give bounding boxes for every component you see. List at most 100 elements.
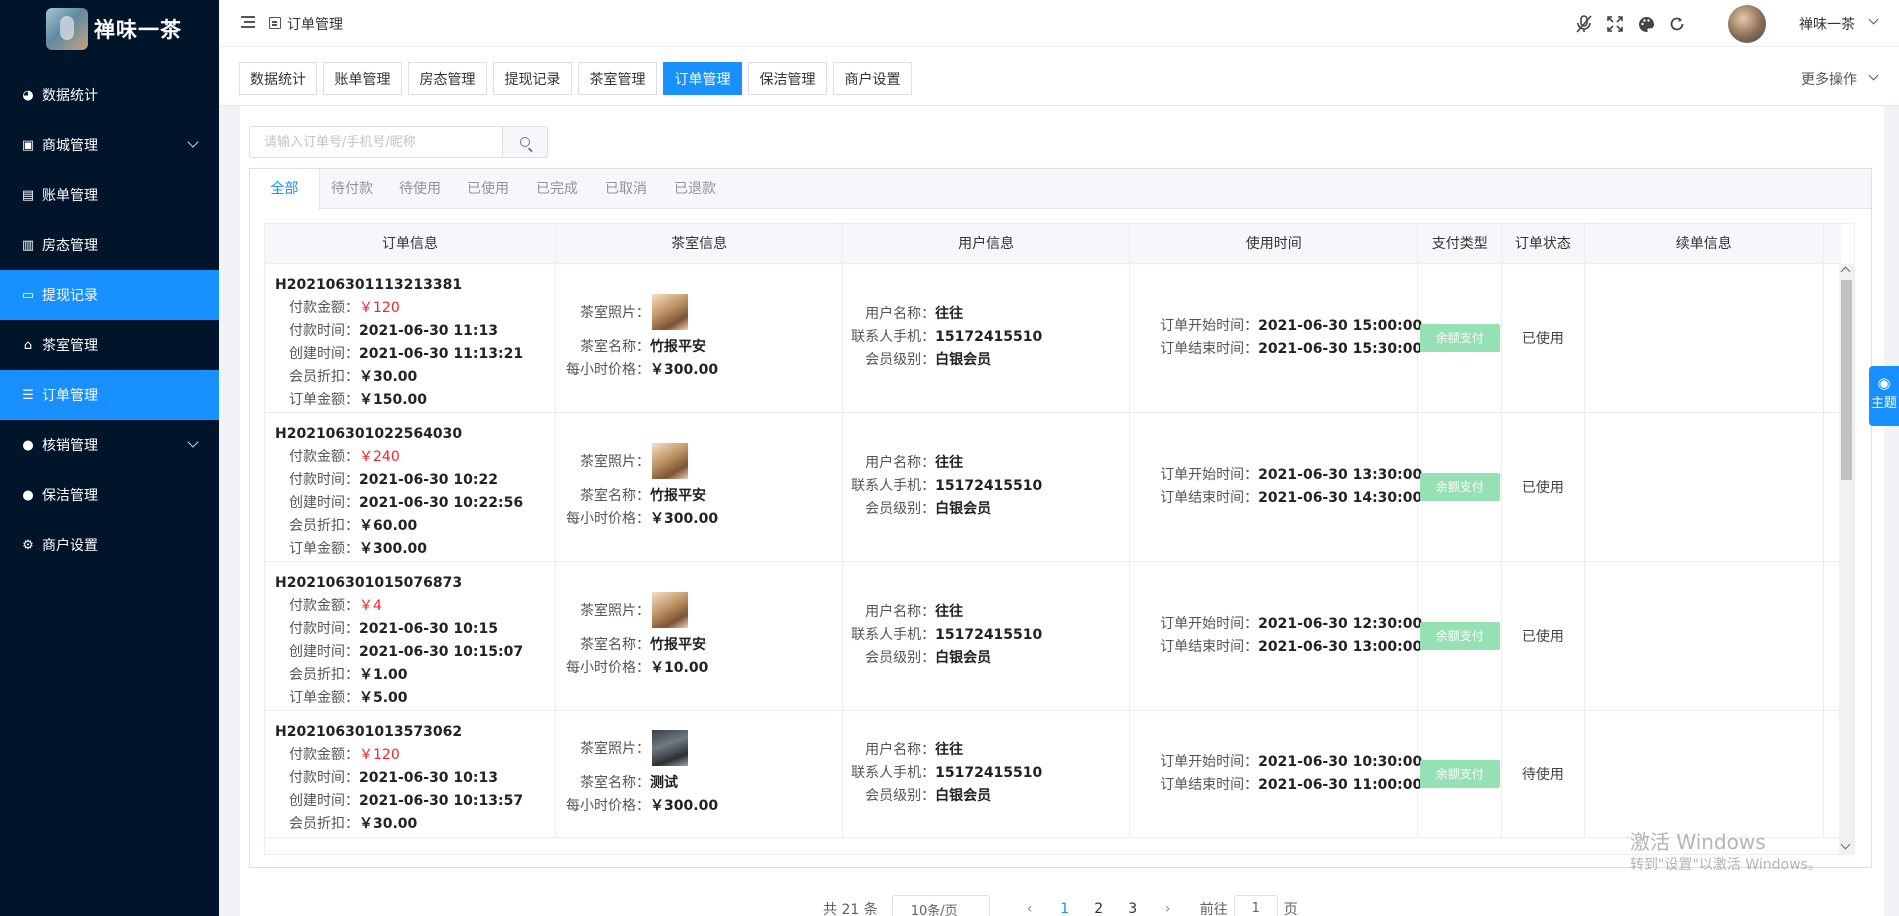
tab-3[interactable]: 提现记录 <box>493 62 572 95</box>
page-size-select[interactable]: 10条/页 <box>891 895 990 916</box>
tab-2[interactable]: 房态管理 <box>408 62 487 95</box>
sidebar-item-7[interactable]: ● 核销管理 <box>0 420 219 470</box>
room-photo-thumbnail[interactable] <box>652 293 689 330</box>
room-photo-label: 茶室照片： <box>580 602 651 619</box>
contact-phone: 联系人手机：15172415510 <box>851 762 1129 785</box>
sidebar-item-3[interactable]: ▥ 房态管理 <box>0 220 219 270</box>
order-end-time-label: 订单结束时间： <box>1160 638 1259 655</box>
renewal-info-cell <box>1584 561 1825 711</box>
chevron-down-icon <box>187 436 199 448</box>
status-tab-6[interactable]: 已退款 <box>665 169 725 209</box>
create-time-label: 创建时间： <box>289 494 359 511</box>
status-tab-2[interactable]: 待使用 <box>390 169 450 209</box>
main-content: 全部待付款待使用已使用已完成已取消已退款 订单信息茶室信息用户信息使用时间支付类… <box>240 106 1884 916</box>
page-number[interactable]: 3 <box>1116 901 1150 916</box>
chevron-down-icon[interactable] <box>1868 70 1879 81</box>
search-input[interactable] <box>249 126 502 158</box>
fullscreen-icon[interactable] <box>1603 12 1627 36</box>
order-info-cell: H202106301013573062 付款金额：￥120 付款时间：2021-06… <box>265 710 557 838</box>
room-name-label: 茶室名称： <box>580 487 651 504</box>
hourly-price-value: ￥10.00 <box>650 659 709 676</box>
dashboard-icon: ◕ <box>22 87 34 103</box>
status-tab-3[interactable]: 已使用 <box>458 169 518 209</box>
room-info-cell: 茶室照片： 茶室名称：测试 每小时价格：￥300.00 <box>555 710 844 838</box>
pay-amount: 付款金额：￥4 <box>275 595 555 618</box>
page-unit-label: 页 <box>1283 902 1298 916</box>
sidebar-item-8[interactable]: ● 保洁管理 <box>0 470 219 520</box>
pay-amount-label: 付款金额： <box>289 448 359 465</box>
member-level-label: 会员级别： <box>865 788 936 804</box>
status-tab-1[interactable]: 待付款 <box>322 169 382 209</box>
order-end-time-value: 2021-06-30 11:00:00 <box>1258 776 1423 793</box>
room-photo-row: 茶室照片： <box>566 729 842 766</box>
scrollbar-thumb[interactable] <box>1841 280 1852 480</box>
table-scrollbar[interactable] <box>1839 264 1854 854</box>
create-time: 创建时间：2021-06-30 11:13:21 <box>275 343 555 366</box>
tab-0[interactable]: 数据统计 <box>239 62 317 95</box>
palette-icon[interactable] <box>1634 12 1658 36</box>
list-icon: ☰ <box>22 387 34 403</box>
sidebar-item-4[interactable]: ▭ 提现记录 <box>0 270 219 320</box>
member-level-value: 白银会员 <box>935 650 992 666</box>
search-button[interactable] <box>502 126 548 158</box>
member-discount-value: ￥60.00 <box>359 517 418 534</box>
tab-5[interactable]: 订单管理 <box>663 62 742 95</box>
room-photo-thumbnail[interactable] <box>652 729 689 766</box>
member-level-label: 会员级别： <box>865 352 936 368</box>
sidebar-item-5[interactable]: ⌂ 茶室管理 <box>0 320 219 370</box>
mute-mic-icon[interactable] <box>1572 12 1596 36</box>
create-time: 创建时间：2021-06-30 10:13:57 <box>275 790 555 813</box>
tab-4[interactable]: 茶室管理 <box>578 62 657 95</box>
palette-icon: ◉ <box>1877 374 1891 392</box>
prev-page-icon[interactable]: ‹ <box>1020 901 1040 916</box>
create-time-value: 2021-06-30 10:22:56 <box>359 494 524 511</box>
logo[interactable]: 禅味一茶 <box>0 0 219 58</box>
order-number: H202106301015076873 <box>275 574 463 591</box>
status-tab-5[interactable]: 已取消 <box>596 169 656 209</box>
user-dropdown-chevron-icon[interactable] <box>1868 14 1879 25</box>
collapse-menu-icon[interactable] <box>241 16 255 28</box>
tab-6[interactable]: 保洁管理 <box>748 62 827 95</box>
order-status: 已使用 <box>1521 479 1564 496</box>
sidebar-item-2[interactable]: ▤ 账单管理 <box>0 170 219 220</box>
page-number[interactable]: 2 <box>1082 901 1116 916</box>
pagination: 共 21 条 10条/页 ‹ 123 › 前往 1 页 <box>823 894 1298 916</box>
refresh-icon[interactable] <box>1665 12 1689 36</box>
money-icon: ▭ <box>21 287 35 303</box>
user-name-label: 用户名称： <box>865 455 936 471</box>
sidebar-item-label: 保洁管理 <box>42 488 98 504</box>
theme-switch-button[interactable]: ◉ 主题 <box>1869 366 1899 426</box>
pay-amount-label: 付款金额： <box>289 597 359 614</box>
sidebar-item-6[interactable]: ☰ 订单管理 <box>0 370 219 420</box>
tab-7[interactable]: 商户设置 <box>833 62 912 95</box>
hourly-price: 每小时价格：￥300.00 <box>566 359 842 382</box>
status-tab-0[interactable]: 全部 <box>250 169 320 210</box>
order-number: H202106301022564030 <box>275 425 463 442</box>
sidebar-item-1[interactable]: ▣ 商城管理 <box>0 120 219 170</box>
avatar[interactable] <box>1728 5 1766 43</box>
order-amount-value: ￥300.00 <box>359 540 428 557</box>
contact-phone: 联系人手机：15172415510 <box>851 624 1129 647</box>
tab-1[interactable]: 账单管理 <box>323 62 402 95</box>
member-level-label: 会员级别： <box>865 650 936 666</box>
member-discount-value: ￥30.00 <box>359 368 418 385</box>
sidebar-item-0[interactable]: ◕ 数据统计 <box>0 70 219 120</box>
hourly-price: 每小时价格：￥300.00 <box>566 795 842 818</box>
next-page-icon[interactable]: › <box>1158 901 1178 916</box>
page-number[interactable]: 1 <box>1048 901 1082 916</box>
status-tab-4[interactable]: 已完成 <box>527 169 587 209</box>
room-photo-thumbnail[interactable] <box>652 591 689 628</box>
username[interactable]: 禅味一茶 <box>1799 14 1855 34</box>
room-photo-label: 茶室照片： <box>580 453 651 470</box>
sidebar-item-9[interactable]: ⚙ 商户设置 <box>0 520 219 570</box>
more-actions-dropdown[interactable]: 更多操作 <box>1801 69 1857 89</box>
user-name: 用户名称：往往 <box>851 739 1129 762</box>
pay-type-tag: 余额支付 <box>1419 323 1500 352</box>
column-header: 订单状态 <box>1501 224 1585 264</box>
top-header: 订单管理 禅味一茶 <box>219 0 1899 47</box>
scroll-down-icon[interactable] <box>1840 839 1851 850</box>
room-photo-thumbnail[interactable] <box>652 442 689 479</box>
create-time-value: 2021-06-30 10:15:07 <box>359 643 524 660</box>
goto-page-input[interactable]: 1 <box>1233 895 1278 916</box>
scroll-up-icon[interactable] <box>1840 266 1851 277</box>
